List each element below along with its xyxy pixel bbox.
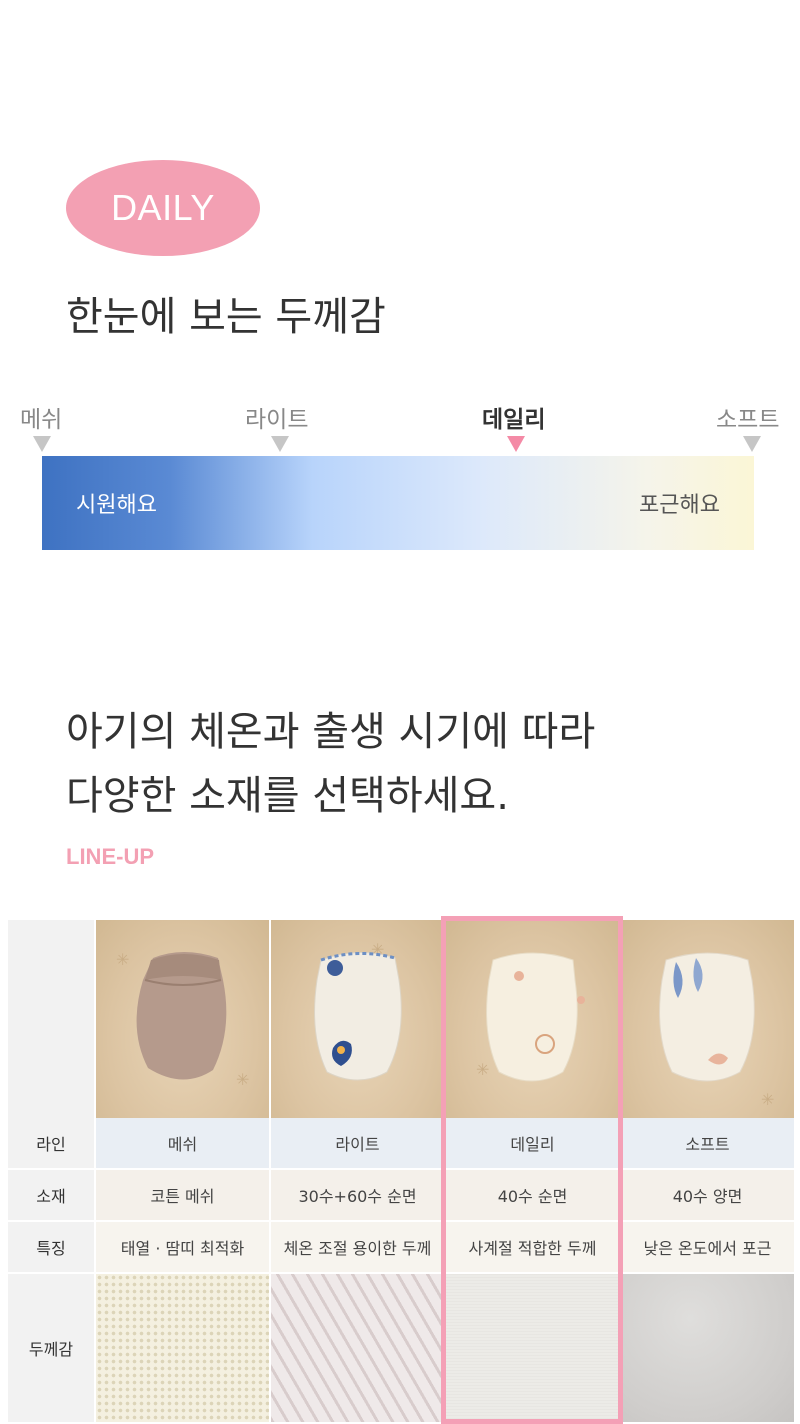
product-photo-light: ✳ — [271, 920, 444, 1118]
headline-line-2: 다양한 소재를 선택하세요. — [66, 773, 509, 819]
row-label-line: 라인 — [8, 1118, 94, 1170]
badge-label: DAILY — [111, 187, 215, 228]
row-label-thickness: 두께감 — [8, 1274, 94, 1422]
lineup-table: ✳ ✳ ✳ ✳ ✳ 라인 메쉬 라이트 데일리 소프트 소재 코튼 메쉬 30수… — [8, 920, 794, 1422]
line-cell-soft: 소프트 — [621, 1118, 794, 1170]
bar-label-cool: 시원해요 — [76, 493, 157, 518]
product-photo-soft: ✳ — [621, 920, 794, 1118]
scale-marker-daily-icon — [507, 436, 525, 452]
texture-swatch-daily — [446, 1274, 619, 1422]
feature-cell-daily: 사계절 적합한 두께 — [446, 1222, 619, 1274]
texture-swatch-mesh — [96, 1274, 269, 1422]
material-cell-mesh: 코튼 메쉬 — [96, 1170, 269, 1222]
scale-label-light: 라이트 — [245, 407, 309, 433]
texture-swatch-soft — [621, 1274, 794, 1422]
headline-line-1: 아기의 체온과 출생 시기에 따라 — [66, 709, 596, 755]
daily-badge: DAILY — [66, 160, 260, 256]
feature-cell-soft: 낮은 온도에서 포근 — [621, 1222, 794, 1274]
row-label-feature: 특징 — [8, 1222, 94, 1274]
mitten-daily-icon — [485, 952, 585, 1082]
scale-marker-mesh-icon — [33, 436, 51, 452]
page-title: 한눈에 보는 두께감 — [66, 294, 386, 340]
lineup-label: LINE-UP — [66, 844, 154, 869]
line-cell-light: 라이트 — [271, 1118, 444, 1170]
scale-marker-soft-icon — [743, 436, 761, 452]
line-cell-mesh: 메쉬 — [96, 1118, 269, 1170]
thickness-gradient-bar: 시원해요 포근해요 — [42, 456, 754, 550]
scale-label-soft: 소프트 — [716, 407, 780, 433]
line-cell-daily: 데일리 — [446, 1118, 619, 1170]
feature-cell-mesh: 태열 · 땀띠 최적화 — [96, 1222, 269, 1274]
bar-label-warm: 포근해요 — [639, 493, 720, 518]
product-photo-daily: ✳ — [446, 920, 619, 1118]
mitten-soft-icon — [658, 952, 755, 1082]
photo-label-cell — [8, 920, 94, 1118]
product-photo-mesh: ✳ ✳ — [96, 920, 269, 1118]
material-cell-daily: 40수 순면 — [446, 1170, 619, 1222]
quilt-stitch-icon: ✳ — [761, 1090, 775, 1109]
mitten-mesh-icon — [136, 952, 226, 1080]
scale-label-mesh: 메쉬 — [20, 407, 63, 433]
mitten-light-icon — [313, 951, 402, 1081]
material-cell-light: 30수+60수 순면 — [271, 1170, 444, 1222]
feature-cell-light: 체온 조절 용이한 두께 — [271, 1222, 444, 1274]
scale-label-daily: 데일리 — [482, 407, 546, 433]
section-headline: 아기의 체온과 출생 시기에 따라 다양한 소재를 선택하세요. — [66, 700, 595, 828]
scale-marker-light-icon — [271, 436, 289, 452]
row-label-material: 소재 — [8, 1170, 94, 1222]
material-cell-soft: 40수 양면 — [621, 1170, 794, 1222]
texture-swatch-light — [271, 1274, 444, 1422]
